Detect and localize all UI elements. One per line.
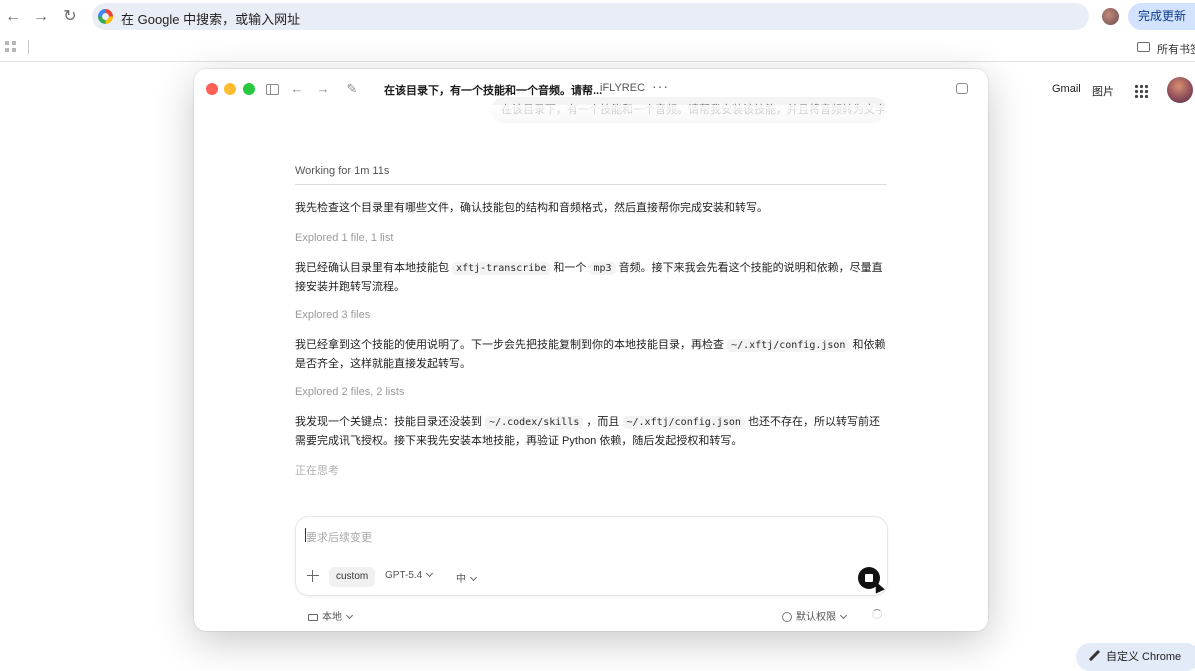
assistant-message: 我已经确认目录里有本地技能包 xftj-transcribe 和一个 mp3 音… bbox=[295, 259, 890, 296]
thinking-indicator: 正在思考 bbox=[295, 465, 339, 477]
apps-grid-icon[interactable] bbox=[5, 41, 17, 53]
browser-toolbar: ← → ↻ 在 Google 中搜索，或输入网址 完成更新 bbox=[0, 0, 1195, 34]
model-selector[interactable]: GPT-5.4 bbox=[385, 569, 434, 581]
environment-label: 本地 bbox=[322, 612, 342, 623]
google-account-avatar[interactable] bbox=[1167, 77, 1193, 103]
omnibox-placeholder: 在 Google 中搜索，或输入网址 bbox=[121, 12, 301, 27]
minimize-window-button[interactable] bbox=[224, 83, 236, 95]
chevron-down-icon bbox=[469, 573, 478, 582]
omnibox[interactable]: 在 Google 中搜索，或输入网址 bbox=[92, 3, 1089, 30]
mouse-cursor bbox=[871, 579, 885, 594]
model-label: GPT-5.4 bbox=[385, 570, 423, 581]
compose-icon[interactable]: ✎ bbox=[344, 81, 360, 97]
assistant-message: 我发现一个关键点：技能目录还没装到 ~/.codex/skills ，而且 ~/… bbox=[295, 413, 890, 450]
zoom-window-button[interactable] bbox=[243, 83, 255, 95]
forward-icon[interactable]: → bbox=[31, 7, 51, 27]
environment-selector[interactable]: 本地 bbox=[308, 608, 354, 623]
divider bbox=[295, 184, 887, 185]
bookmarks-bar: 所有书签 bbox=[0, 34, 1195, 62]
update-button[interactable]: 完成更新 bbox=[1128, 3, 1195, 30]
more-options-button[interactable]: ··· bbox=[652, 78, 669, 94]
reload-icon[interactable]: ↻ bbox=[60, 7, 80, 27]
bookmarks-divider bbox=[28, 40, 29, 54]
message-text: 我发现一个关键点：技能目录还没装到 bbox=[295, 416, 486, 428]
plus-icon[interactable] bbox=[307, 570, 319, 582]
reasoning-effort-selector[interactable]: 中 bbox=[456, 570, 478, 585]
user-message-bubble: 在该目录下，有一个技能和一个音频。请帮我安装该技能，并且将音频转为文字。 bbox=[491, 97, 887, 123]
project-name: iFLYREC bbox=[600, 82, 646, 94]
sidebar-toggle-icon[interactable] bbox=[264, 81, 280, 97]
laptop-icon bbox=[308, 614, 318, 621]
customize-label: 自定义 Chrome bbox=[1106, 651, 1182, 663]
assistant-message: 我已经拿到这个技能的使用说明了。下一步会先把技能复制到你的本地技能目录，再检查 … bbox=[295, 336, 890, 373]
explored-summary[interactable]: Explored 2 files, 2 lists bbox=[295, 386, 404, 398]
assistant-message: 我先检查这个目录里有哪些文件，确认技能包的结构和音频格式，然后直接帮你完成安装和… bbox=[295, 199, 890, 217]
explored-summary[interactable]: Explored 1 file, 1 list bbox=[295, 232, 393, 244]
inline-code: ~/.codex/skills bbox=[485, 416, 584, 429]
pencil-icon bbox=[1088, 650, 1100, 662]
all-bookmarks-link[interactable]: 所有书签 bbox=[1157, 41, 1195, 57]
permissions-label: 默认权限 bbox=[796, 612, 836, 623]
folder-icon bbox=[1137, 42, 1150, 52]
thread-title: 在该目录下，有一个技能和一个音频。请帮... bbox=[384, 85, 603, 97]
effort-label: 中 bbox=[456, 574, 466, 585]
stop-icon bbox=[865, 574, 873, 582]
forward-icon[interactable]: → bbox=[315, 81, 331, 97]
composer-input[interactable]: 要求后续变更 bbox=[306, 529, 372, 545]
composer[interactable]: 要求后续变更 custom GPT-5.4 中 bbox=[295, 516, 888, 596]
permissions-icon bbox=[782, 612, 792, 622]
working-status[interactable]: Working for 1m 11s bbox=[295, 165, 389, 177]
chevron-down-icon bbox=[345, 611, 354, 620]
message-text: 和一个 bbox=[550, 262, 590, 274]
profile-avatar[interactable] bbox=[1102, 8, 1119, 25]
app-window: ← → ✎ 在该目录下，有一个技能和一个音频。请帮... iFLYREC ···… bbox=[194, 69, 988, 631]
composer-footer: 本地 默认权限 bbox=[295, 607, 888, 623]
explored-summary[interactable]: Explored 3 files bbox=[295, 309, 370, 321]
inline-code: ~/.xftj/config.json bbox=[727, 339, 850, 352]
back-icon[interactable]: ← bbox=[3, 7, 23, 27]
customize-chrome-button[interactable]: 自定义 Chrome bbox=[1076, 643, 1195, 671]
inline-code: xftj-transcribe bbox=[452, 262, 551, 275]
inline-code: mp3 bbox=[589, 262, 616, 275]
google-apps-icon[interactable] bbox=[1134, 84, 1148, 98]
permissions-selector[interactable]: 默认权限 bbox=[782, 608, 848, 623]
panel-icon[interactable] bbox=[956, 83, 968, 94]
close-window-button[interactable] bbox=[206, 83, 218, 95]
custom-chip[interactable]: custom bbox=[329, 567, 376, 587]
google-logo-icon bbox=[98, 9, 113, 24]
images-link[interactable]: 图片 bbox=[1092, 83, 1114, 99]
back-icon[interactable]: ← bbox=[289, 81, 305, 97]
chevron-down-icon bbox=[426, 569, 434, 578]
message-text: 我先检查这个目录里有哪些文件，确认技能包的结构和音频格式，然后直接帮你完成安装和… bbox=[295, 202, 768, 214]
message-text: 我已经确认目录里有本地技能包 bbox=[295, 262, 453, 274]
message-text: 我已经拿到这个技能的使用说明了。下一步会先把技能复制到你的本地技能目录，再检查 bbox=[295, 339, 728, 351]
spinner-icon bbox=[872, 609, 882, 619]
gmail-link[interactable]: Gmail bbox=[1052, 83, 1081, 95]
message-text: ，而且 bbox=[583, 416, 623, 428]
chevron-down-icon bbox=[839, 611, 848, 620]
inline-code: ~/.xftj/config.json bbox=[622, 416, 745, 429]
